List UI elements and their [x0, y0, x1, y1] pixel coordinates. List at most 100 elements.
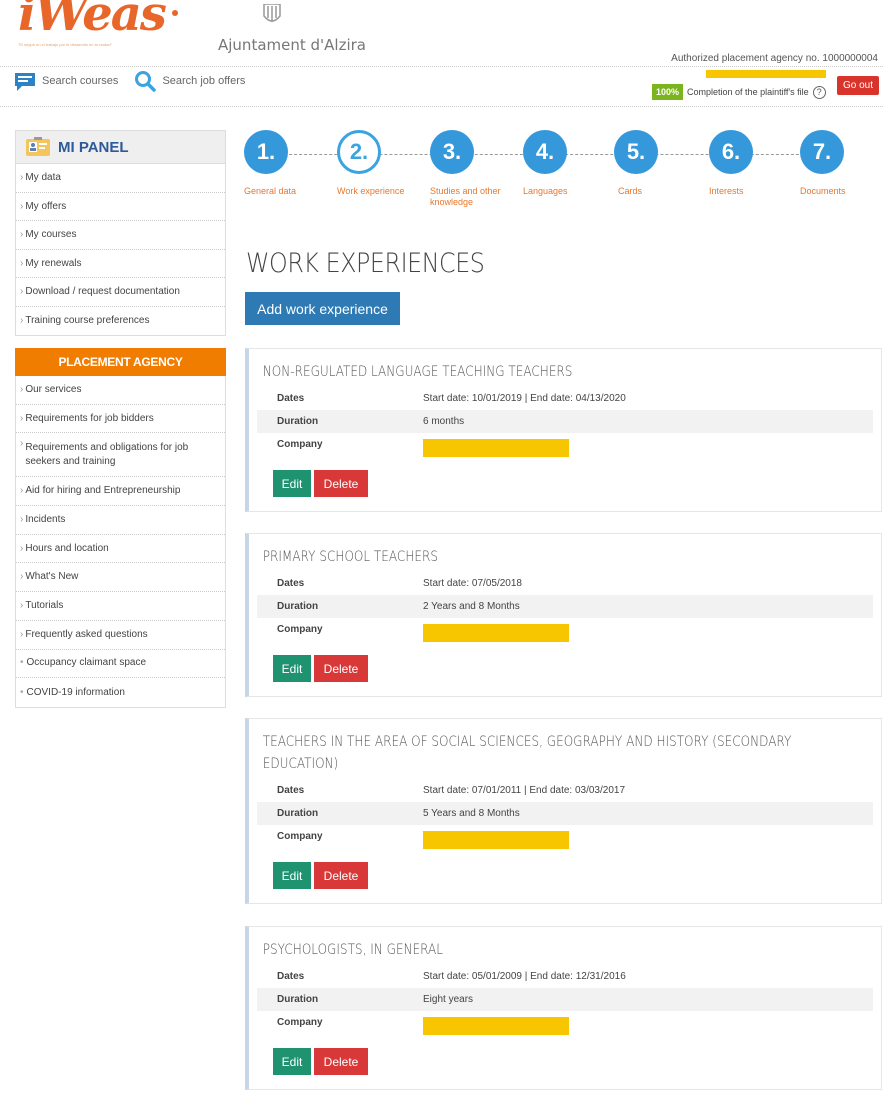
dates-value: Start date: 10/01/2019 | End date: 04/13… — [423, 393, 626, 404]
duration-value: Eight years — [423, 994, 474, 1005]
search-jobs-link[interactable]: Search job offers — [134, 70, 245, 92]
agency-item-label: Tutorials — [25, 599, 64, 611]
dates-label: Dates — [277, 578, 305, 589]
duration-row: Duration 5 Years and 8 Months — [257, 802, 873, 825]
sidebar-item-my-courses[interactable]: › My courses — [16, 221, 225, 250]
experience-card: PSYCHOLOGISTS, IN GENERAL Dates Start da… — [245, 926, 882, 1090]
sidebar-item-my-offers[interactable]: › My offers — [16, 193, 225, 221]
edit-button[interactable]: Edit — [273, 1048, 311, 1075]
sidebar-item-label: Training course preferences — [25, 315, 150, 327]
agency-item-incidents[interactable]: › Incidents — [16, 506, 225, 535]
completion-text: Completion of the plaintiff's file — [687, 87, 809, 97]
company-label: Company — [277, 1017, 323, 1028]
search-courses-link[interactable]: Search courses — [14, 71, 118, 91]
redacted-company — [423, 438, 569, 457]
dates-row: Dates Start date: 05/01/2009 | End date:… — [257, 965, 873, 988]
company-label: Company — [277, 439, 323, 450]
experience-title: PSYCHOLOGISTS, IN GENERAL — [262, 942, 443, 958]
completion-badge: 100% — [652, 84, 684, 100]
add-work-experience-button[interactable]: Add work experience — [245, 292, 400, 325]
dates-row: Dates Start date: 07/01/2011 | End date:… — [257, 779, 873, 802]
duration-label: Duration — [277, 808, 319, 819]
search-icon — [135, 71, 157, 92]
sidebar-item-training-preferences[interactable]: › Training course preferences — [16, 307, 225, 336]
redacted-company — [423, 623, 569, 642]
redacted-company — [423, 830, 569, 849]
agency-item-requirements-seekers[interactable]: › Requirements and obligations for job se… — [16, 433, 225, 478]
agency-header: PLACEMENT AGENCY — [15, 348, 226, 376]
sidebar-item-label: My renewals — [25, 257, 82, 269]
agency-item-label: COVID-19 information — [26, 686, 125, 698]
step-number: 3. — [430, 130, 474, 174]
panel-header: MI PANEL — [15, 130, 226, 164]
sidebar-item-my-renewals[interactable]: › My renewals — [16, 250, 225, 278]
edit-button[interactable]: Edit — [273, 862, 311, 889]
logo-dot — [172, 10, 178, 16]
agency-item-label: Frequently asked questions — [25, 628, 148, 640]
agency-item-whats-new[interactable]: › What's New — [16, 563, 225, 593]
company-row: Company — [257, 618, 873, 642]
completion-status: 100% Completion of the plaintiff's file … — [652, 84, 826, 100]
step-languages[interactable]: 4. Languages — [523, 130, 613, 197]
agency-item-tutorials[interactable]: › Tutorials — [16, 592, 225, 621]
step-label: Interests — [709, 186, 744, 196]
city-name: Ajuntament d'Alzira — [218, 36, 366, 54]
experience-card: PRIMARY SCHOOL TEACHERS Dates Start date… — [245, 533, 882, 697]
logout-button[interactable]: Go out — [836, 76, 879, 95]
agency-item-covid[interactable]: • COVID-19 information — [16, 678, 225, 707]
delete-button[interactable]: Delete — [314, 470, 368, 497]
step-documents[interactable]: 7. Documents — [800, 130, 883, 197]
dates-row: Dates Start date: 10/01/2019 | End date:… — [257, 387, 873, 410]
sidebar: MI PANEL › My data › My offers › My courses… — [15, 130, 226, 708]
sidebar-item-label: My offers — [25, 200, 67, 212]
step-general-data[interactable]: 1. General data — [244, 130, 334, 197]
progress-steps: 1. General data 2. Work experience 3. St… — [244, 130, 864, 210]
agency-item-hours[interactable]: › Hours and location — [16, 535, 225, 564]
step-work-experience[interactable]: 2. Work experience — [337, 130, 427, 197]
search-jobs-label: Search job offers — [162, 75, 246, 87]
step-studies[interactable]: 3. Studies and other knowledge — [430, 130, 520, 208]
agency-item-faq[interactable]: › Frequently asked questions — [16, 621, 225, 650]
redacted-company — [423, 1016, 569, 1035]
experience-title: PRIMARY SCHOOL TEACHERS — [262, 549, 438, 565]
agency-item-claimant-space[interactable]: • Occupancy claimant space — [16, 650, 225, 679]
delete-button[interactable]: Delete — [314, 862, 368, 889]
agency-item-requirements-bidders[interactable]: › Requirements for job bidders — [16, 405, 225, 434]
agency-item-services[interactable]: › Our services — [16, 376, 225, 405]
site-logo[interactable]: iWeas — [18, 0, 167, 42]
page-title: WORK EXPERIENCES — [246, 248, 485, 279]
search-courses-label: Search courses — [42, 75, 119, 87]
edit-button[interactable]: Edit — [273, 655, 311, 682]
delete-button[interactable]: Delete — [314, 1048, 368, 1075]
dates-label: Dates — [277, 785, 305, 796]
duration-label: Duration — [277, 994, 319, 1005]
action-buttons: Edit Delete — [273, 862, 881, 889]
page-header: iWeas "El seguir en el trabajo por el de… — [0, 0, 883, 110]
search-bar: Search courses Search job offers — [14, 70, 245, 92]
step-label: Cards — [618, 186, 643, 196]
step-number: 5. — [614, 130, 658, 174]
sidebar-item-label: Download / request documentation — [25, 286, 180, 298]
step-interests[interactable]: 6. Interests — [709, 130, 799, 197]
sidebar-item-label: My data — [25, 172, 61, 184]
duration-value: 6 months — [423, 416, 465, 427]
step-cards[interactable]: 5. Cards — [614, 130, 704, 197]
experience-title: TEACHERS IN THE AREA OF SOCIAL SCIENCES,… — [262, 734, 792, 772]
action-buttons: Edit Delete — [273, 655, 881, 682]
experience-title: NON-REGULATED LANGUAGE TEACHING TEACHERS — [262, 364, 573, 380]
agency-item-aid[interactable]: › Aid for hiring and Entrepreneurship — [16, 477, 225, 507]
edit-button[interactable]: Edit — [273, 470, 311, 497]
step-number: 4. — [523, 130, 567, 174]
divider — [0, 106, 883, 107]
help-icon[interactable]: ? — [812, 85, 826, 99]
sidebar-item-label: My courses — [25, 229, 77, 241]
city-shield-icon — [263, 4, 281, 22]
delete-button[interactable]: Delete — [314, 655, 368, 682]
sidebar-item-documentation[interactable]: › Download / request documentation — [16, 278, 225, 307]
agency-item-label: What's New — [25, 571, 79, 583]
dates-label: Dates — [277, 393, 305, 404]
step-label: Languages — [523, 186, 568, 196]
agency-number: Authorized placement agency no. 10000000… — [671, 53, 878, 64]
sidebar-item-my-data[interactable]: › My data — [16, 164, 225, 193]
agency-item-label: Occupancy claimant space — [26, 657, 147, 669]
